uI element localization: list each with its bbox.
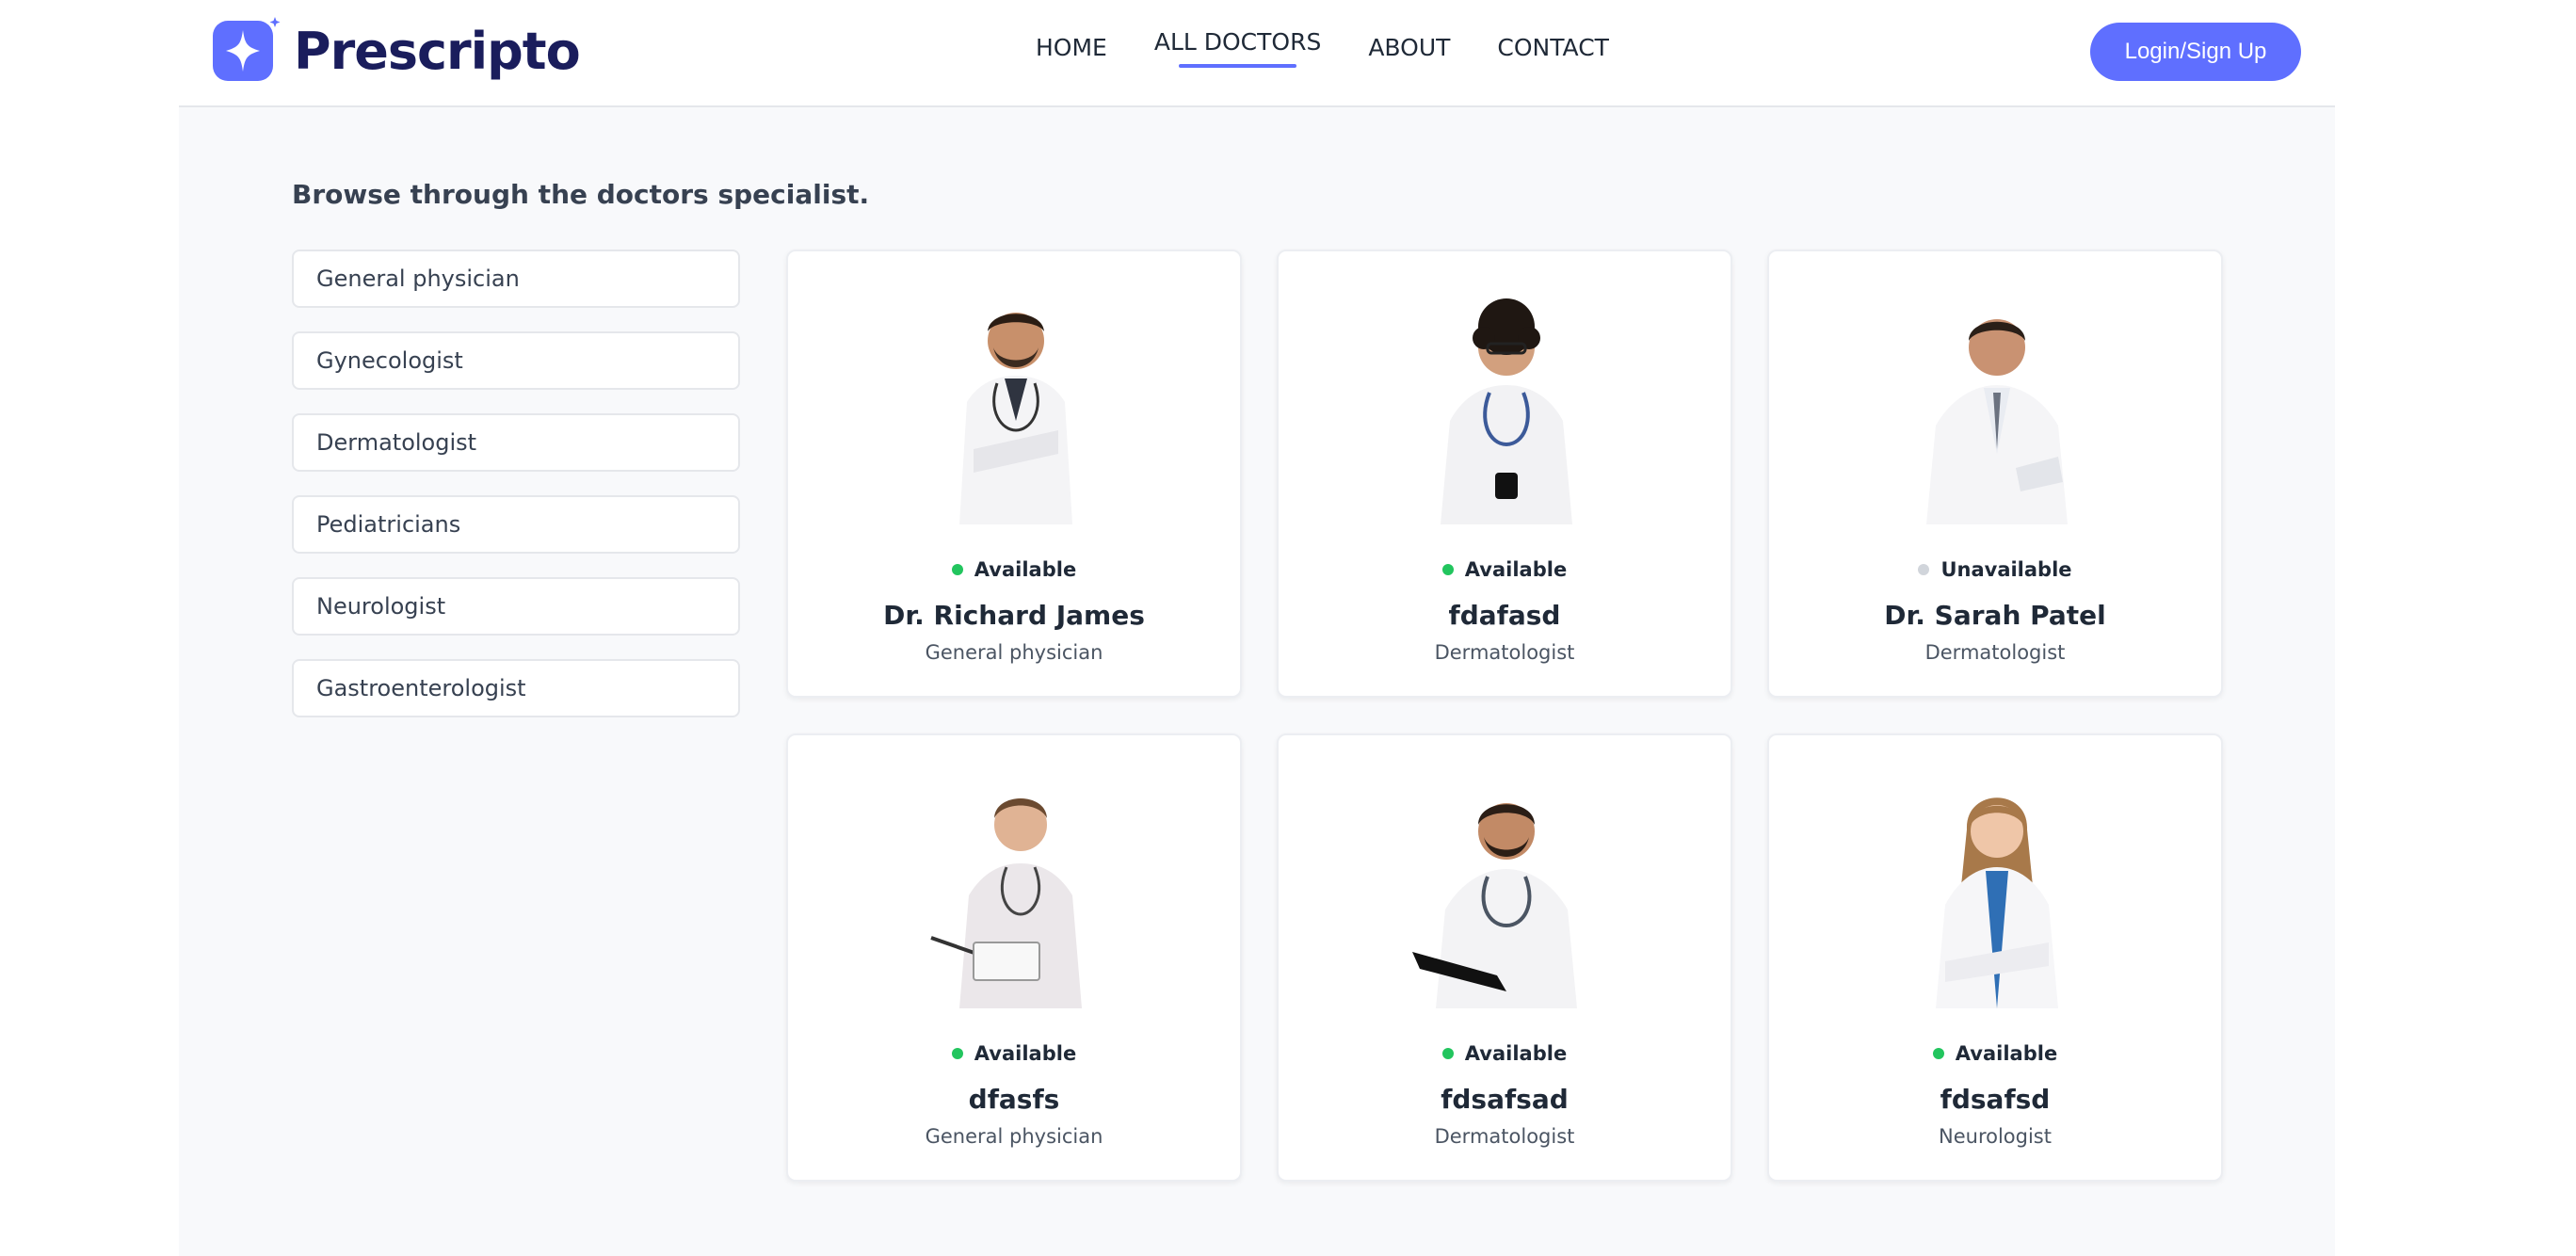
logo[interactable]: Prescripto bbox=[213, 17, 581, 85]
nav-about[interactable]: ABOUT bbox=[1368, 34, 1450, 61]
doctor-speciality: Dermatologist bbox=[1434, 1125, 1575, 1148]
availability-status: Available bbox=[1279, 558, 1731, 581]
doctor-photo bbox=[1926, 319, 2068, 524]
filter-gastroenterologist[interactable]: Gastroenterologist bbox=[292, 659, 740, 717]
status-text: Available bbox=[1955, 1042, 2058, 1065]
doctor-card[interactable]: Available fdafasd Dermatologist bbox=[1277, 250, 1732, 698]
availability-status: Available bbox=[788, 558, 1240, 581]
status-dot bbox=[951, 1048, 963, 1059]
brand-name: Prescripto bbox=[294, 21, 581, 81]
doctor-card[interactable]: Unavailable Dr. Sarah Patel Dermatologis… bbox=[1767, 250, 2223, 698]
availability-status: Unavailable bbox=[1769, 558, 2221, 581]
status-dot bbox=[1932, 1048, 1944, 1059]
doctor-speciality: Dermatologist bbox=[1434, 641, 1575, 664]
doctor-card[interactable]: Available fdsafsad Dermatologist bbox=[1277, 733, 1732, 1182]
doctor-card[interactable]: Available Dr. Richard James General phys… bbox=[786, 250, 1242, 698]
availability-status: Available bbox=[1279, 1042, 1731, 1065]
status-dot bbox=[1441, 564, 1454, 575]
status-text: Available bbox=[1464, 558, 1568, 581]
availability-status: Available bbox=[1769, 1042, 2221, 1065]
filter-gynecologist[interactable]: Gynecologist bbox=[292, 331, 740, 390]
filter-pediatricians[interactable]: Pediatricians bbox=[292, 495, 740, 554]
speciality-filters: General physician Gynecologist Dermatolo… bbox=[292, 250, 740, 741]
doctor-photo bbox=[959, 313, 1072, 524]
doctor-name: fdsafsd bbox=[1940, 1084, 2051, 1115]
doctors-grid: Available Dr. Richard James General phys… bbox=[786, 250, 2227, 1182]
availability-status: Available bbox=[788, 1042, 1240, 1065]
status-dot bbox=[1441, 1048, 1454, 1059]
page: Prescripto HOME ALL DOCTORS ABOUT CONTAC… bbox=[179, 0, 2335, 1256]
status-text: Unavailable bbox=[1940, 558, 2072, 581]
doctor-speciality: General physician bbox=[925, 641, 1103, 664]
doctor-name: Dr. Sarah Patel bbox=[1884, 600, 2106, 631]
nav-contact[interactable]: CONTACT bbox=[1497, 34, 1609, 61]
status-dot bbox=[1918, 564, 1930, 575]
doctor-photo bbox=[1412, 803, 1577, 1008]
doctor-card[interactable]: Available fdsafsd Neurologist bbox=[1767, 733, 2223, 1182]
doctor-photo bbox=[930, 798, 1082, 1008]
doctor-card[interactable]: Available dfasfs General physician bbox=[786, 733, 1242, 1182]
doctor-photo bbox=[1441, 298, 1572, 524]
filter-general-physician[interactable]: General physician bbox=[292, 250, 740, 308]
doctor-name: Dr. Richard James bbox=[883, 600, 1145, 631]
doctor-speciality: Dermatologist bbox=[1924, 641, 2066, 664]
navbar: Prescripto HOME ALL DOCTORS ABOUT CONTAC… bbox=[179, 0, 2335, 107]
nav-home[interactable]: HOME bbox=[1036, 34, 1107, 61]
status-dot bbox=[951, 564, 963, 575]
nav-links: HOME ALL DOCTORS ABOUT CONTACT bbox=[1036, 28, 1656, 68]
status-text: Available bbox=[974, 1042, 1077, 1065]
doctor-speciality: General physician bbox=[925, 1125, 1103, 1148]
nav-all-doctors[interactable]: ALL DOCTORS bbox=[1154, 28, 1321, 68]
page-heading: Browse through the doctors specialist. bbox=[292, 179, 870, 210]
status-text: Available bbox=[974, 558, 1077, 581]
login-signup-button[interactable]: Login/Sign Up bbox=[2090, 23, 2301, 81]
doctor-speciality: Neurologist bbox=[1939, 1125, 2052, 1148]
doctor-name: dfasfs bbox=[968, 1084, 1060, 1115]
doctor-name: fdsafsad bbox=[1441, 1084, 1569, 1115]
filter-neurologist[interactable]: Neurologist bbox=[292, 577, 740, 636]
doctor-photo bbox=[1936, 797, 2058, 1008]
filter-dermatologist[interactable]: Dermatologist bbox=[292, 413, 740, 472]
doctor-name: fdafasd bbox=[1448, 600, 1561, 631]
status-text: Available bbox=[1464, 1042, 1568, 1065]
logo-star-icon bbox=[213, 17, 281, 81]
